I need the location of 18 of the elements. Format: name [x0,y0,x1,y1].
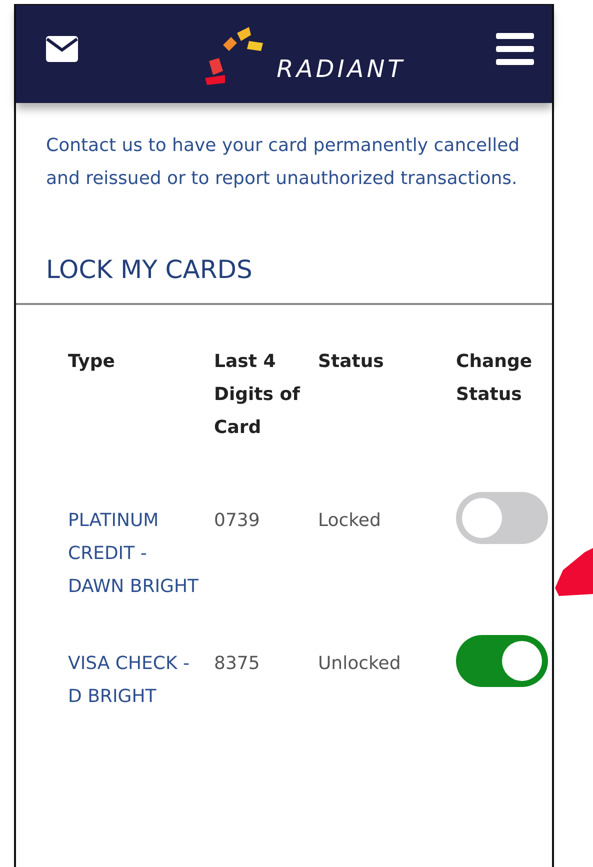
annotation-arrow [555,548,593,596]
column-header: Type [68,350,116,374]
card-type: PLATINUM CREDIT - DAWN BRIGHT [68,509,200,599]
status-toggle[interactable] [456,635,548,687]
card-digits: 8375 [214,652,261,676]
card-status: Locked [318,509,382,533]
brand-name: RADIANT [276,55,406,83]
column-header: Last 4 Digits of Card [214,350,302,440]
column-header: Status [318,350,385,374]
mail-icon[interactable] [46,36,78,62]
menu-icon[interactable] [496,33,534,65]
column-header: Change Status [456,350,534,407]
card-status: Unlocked [318,652,402,676]
card-digits: 0739 [214,509,261,533]
section-title: LOCK MY CARDS [46,255,254,286]
status-toggle[interactable] [456,492,548,544]
card-type: VISA CHECK - D BRIGHT [68,652,190,709]
intro-text: Contact us to have your card permanently cancelled and reissued or to report unauthorized transactions. [46,134,521,191]
